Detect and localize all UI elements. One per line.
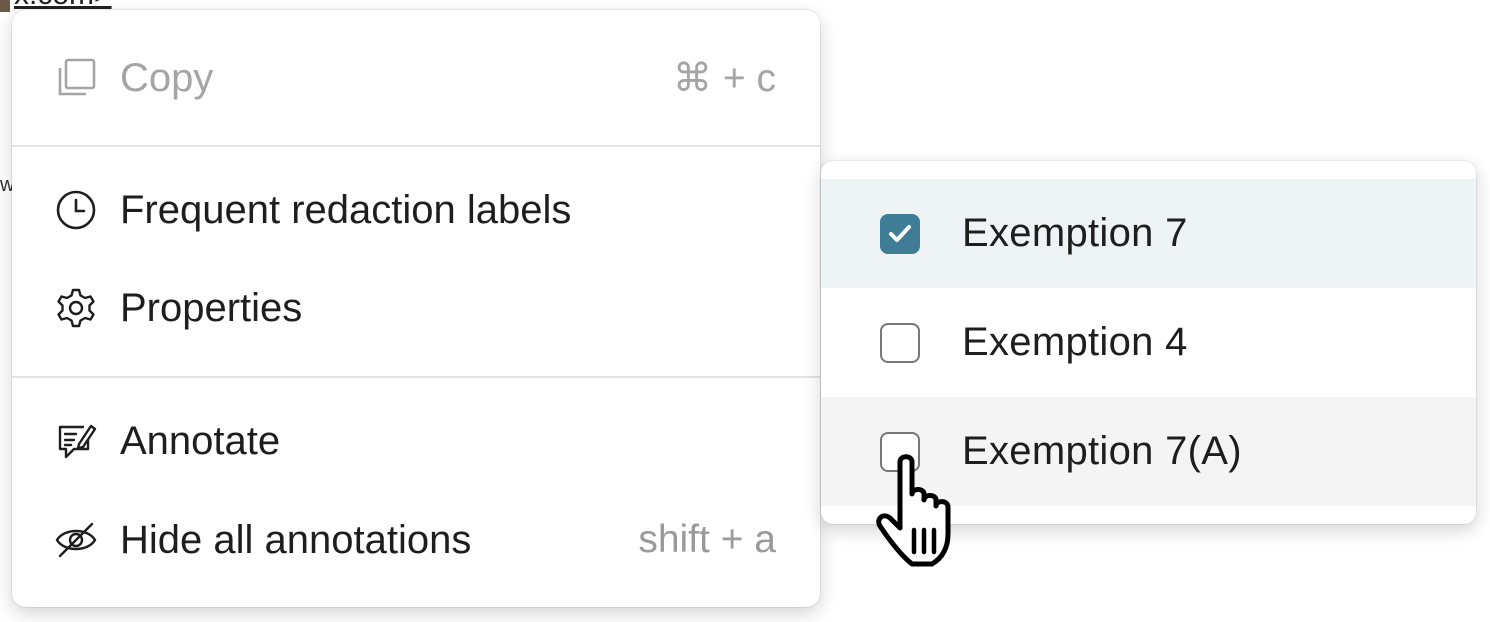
copy-icon bbox=[54, 56, 98, 100]
eye-slash-icon bbox=[54, 518, 98, 562]
checkbox-unchecked[interactable] bbox=[880, 322, 920, 363]
menu-item-label: Hide all annotations bbox=[120, 517, 472, 562]
menu-item-label: Copy bbox=[120, 55, 214, 100]
menu-item-label: Properties bbox=[120, 285, 303, 330]
menu-item-annotate[interactable]: Annotate bbox=[12, 397, 820, 485]
menu-item-label: Annotate bbox=[120, 418, 281, 463]
context-menu: Copy ⌘ + c Frequent redaction labels Pro… bbox=[12, 10, 820, 607]
menu-item-label: Frequent redaction labels bbox=[120, 187, 572, 232]
submenu-item-label: Exemption 7(A) bbox=[962, 429, 1242, 473]
annotate-icon bbox=[54, 419, 98, 463]
submenu-item-label: Exemption 7 bbox=[962, 211, 1188, 255]
submenu-item-exemption-4[interactable]: Exemption 4 bbox=[821, 288, 1476, 397]
hand-pointer-cursor-icon bbox=[876, 454, 951, 567]
menu-divider bbox=[12, 145, 820, 147]
menu-item-properties[interactable]: Properties bbox=[12, 264, 820, 352]
menu-item-copy[interactable]: Copy ⌘ + c bbox=[12, 34, 820, 122]
shortcut-hint: ⌘ + c bbox=[673, 56, 776, 100]
menu-item-hide-all-annotations[interactable]: Hide all annotations shift + a bbox=[12, 496, 820, 584]
checkmark-icon bbox=[889, 224, 911, 242]
submenu-item-exemption-7[interactable]: Exemption 7 bbox=[821, 179, 1476, 288]
checkbox-checked[interactable] bbox=[880, 213, 920, 254]
menu-item-frequent-redaction-labels[interactable]: Frequent redaction labels bbox=[12, 166, 820, 254]
menu-divider bbox=[12, 376, 820, 378]
submenu-item-label: Exemption 4 bbox=[962, 320, 1188, 364]
clock-icon bbox=[54, 188, 98, 232]
gear-icon bbox=[54, 286, 98, 330]
shortcut-hint: shift + a bbox=[638, 518, 776, 561]
